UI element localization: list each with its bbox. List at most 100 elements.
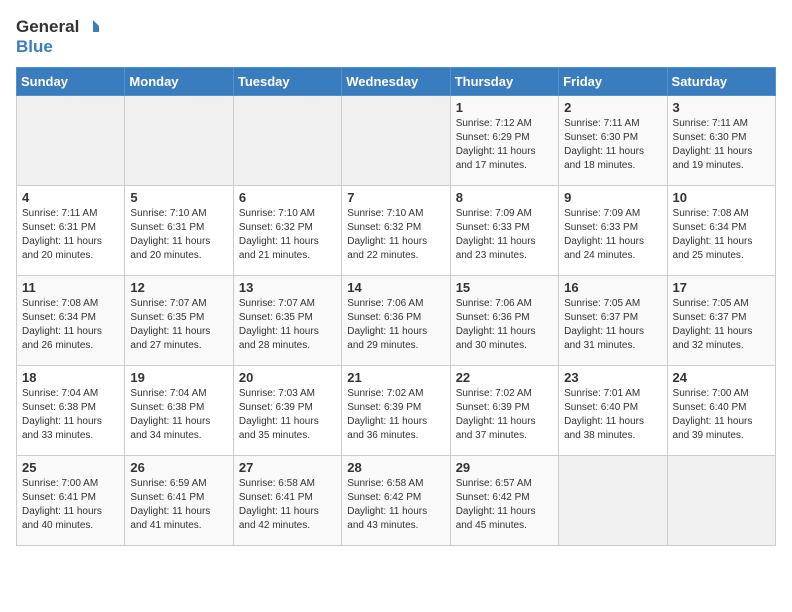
day-number: 24 <box>673 370 770 385</box>
day-info: Sunrise: 6:57 AMSunset: 6:42 PMDaylight:… <box>456 477 553 533</box>
calendar-cell: 1 Sunrise: 7:12 AMSunset: 6:29 PMDaylight… <box>450 95 558 185</box>
calendar-cell: 22Sunrise: 7:02 AMSunset: 6:39 PMDayligh… <box>450 365 558 455</box>
header-day-tuesday: Tuesday <box>233 67 341 95</box>
week-row-1: 1 Sunrise: 7:12 AMSunset: 6:29 PMDaylight… <box>17 95 776 185</box>
day-info: Sunrise: 7:04 AMSunset: 6:38 PMDaylight:… <box>130 387 227 443</box>
day-number: 5 <box>130 190 227 205</box>
header-day-wednesday: Wednesday <box>342 67 450 95</box>
day-info: Sunrise: 6:59 AMSunset: 6:41 PMDaylight:… <box>130 477 227 533</box>
calendar-cell: 10 Sunrise: 7:08 AMSunset: 6:34 PMDayligh… <box>667 185 775 275</box>
calendar-cell: 2 Sunrise: 7:11 AMSunset: 6:30 PMDaylight… <box>559 95 667 185</box>
calendar-cell: 7 Sunrise: 7:10 AMSunset: 6:32 PMDaylight… <box>342 185 450 275</box>
header-day-friday: Friday <box>559 67 667 95</box>
calendar-cell: 11 Sunrise: 7:08 AMSunset: 6:34 PMDayligh… <box>17 275 125 365</box>
day-info: Sunrise: 7:11 AMSunset: 6:31 PMDaylight:… <box>22 207 119 263</box>
day-info: Sunrise: 7:00 AMSunset: 6:41 PMDaylight:… <box>22 477 119 533</box>
calendar-cell <box>342 95 450 185</box>
calendar-cell <box>233 95 341 185</box>
day-number: 3 <box>673 100 770 115</box>
day-number: 12 <box>130 280 227 295</box>
header-day-monday: Monday <box>125 67 233 95</box>
calendar-cell: 17 Sunrise: 7:05 AMSunset: 6:37 PMDayligh… <box>667 275 775 365</box>
day-info: Sunrise: 7:06 AMSunset: 6:36 PMDaylight:… <box>347 297 444 353</box>
day-info: Sunrise: 7:10 AMSunset: 6:32 PMDaylight:… <box>239 207 336 263</box>
calendar-cell: 28 Sunrise: 6:58 AMSunset: 6:42 PMDayligh… <box>342 455 450 545</box>
calendar-cell: 18Sunrise: 7:04 AMSunset: 6:38 PMDayligh… <box>17 365 125 455</box>
day-info: Sunrise: 7:00 AMSunset: 6:40 PMDaylight:… <box>673 387 770 443</box>
day-number: 7 <box>347 190 444 205</box>
day-number: 27 <box>239 460 336 475</box>
logo-bird-icon <box>79 16 101 38</box>
day-number: 4 <box>22 190 119 205</box>
day-number: 1 <box>456 100 553 115</box>
day-number: 13 <box>239 280 336 295</box>
calendar-cell: 27 Sunrise: 6:58 AMSunset: 6:41 PMDayligh… <box>233 455 341 545</box>
day-info: Sunrise: 7:01 AMSunset: 6:40 PMDaylight:… <box>564 387 661 443</box>
day-info: Sunrise: 6:58 AMSunset: 6:41 PMDaylight:… <box>239 477 336 533</box>
calendar-cell: 24 Sunrise: 7:00 AMSunset: 6:40 PMDayligh… <box>667 365 775 455</box>
logo-general: General <box>16 18 79 37</box>
calendar-cell: 15 Sunrise: 7:06 AMSunset: 6:36 PMDayligh… <box>450 275 558 365</box>
header-day-thursday: Thursday <box>450 67 558 95</box>
week-row-2: 4 Sunrise: 7:11 AMSunset: 6:31 PMDaylight… <box>17 185 776 275</box>
day-info: Sunrise: 7:09 AMSunset: 6:33 PMDaylight:… <box>456 207 553 263</box>
day-number: 14 <box>347 280 444 295</box>
calendar-cell: 12Sunrise: 7:07 AMSunset: 6:35 PMDayligh… <box>125 275 233 365</box>
day-number: 2 <box>564 100 661 115</box>
day-number: 23 <box>564 370 661 385</box>
week-row-3: 11 Sunrise: 7:08 AMSunset: 6:34 PMDayligh… <box>17 275 776 365</box>
day-info: Sunrise: 7:04 AMSunset: 6:38 PMDaylight:… <box>22 387 119 443</box>
day-info: Sunrise: 7:08 AMSunset: 6:34 PMDaylight:… <box>673 207 770 263</box>
calendar-header-row: SundayMondayTuesdayWednesdayThursdayFrid… <box>17 67 776 95</box>
day-info: Sunrise: 7:07 AMSunset: 6:35 PMDaylight:… <box>239 297 336 353</box>
calendar-cell <box>125 95 233 185</box>
calendar-cell: 5 Sunrise: 7:10 AMSunset: 6:31 PMDaylight… <box>125 185 233 275</box>
day-info: Sunrise: 7:11 AMSunset: 6:30 PMDaylight:… <box>564 117 661 173</box>
logo: General Blue <box>16 16 101 57</box>
day-number: 25 <box>22 460 119 475</box>
day-info: Sunrise: 7:09 AMSunset: 6:33 PMDaylight:… <box>564 207 661 263</box>
calendar-cell <box>17 95 125 185</box>
calendar-cell <box>667 455 775 545</box>
day-number: 15 <box>456 280 553 295</box>
calendar-table: SundayMondayTuesdayWednesdayThursdayFrid… <box>16 67 776 546</box>
calendar-cell: 20 Sunrise: 7:03 AMSunset: 6:39 PMDayligh… <box>233 365 341 455</box>
calendar-cell: 9 Sunrise: 7:09 AMSunset: 6:33 PMDaylight… <box>559 185 667 275</box>
day-info: Sunrise: 7:06 AMSunset: 6:36 PMDaylight:… <box>456 297 553 353</box>
day-number: 19 <box>130 370 227 385</box>
page-header: General Blue <box>16 16 776 57</box>
calendar-cell: 23 Sunrise: 7:01 AMSunset: 6:40 PMDayligh… <box>559 365 667 455</box>
day-info: Sunrise: 6:58 AMSunset: 6:42 PMDaylight:… <box>347 477 444 533</box>
calendar-cell: 16Sunrise: 7:05 AMSunset: 6:37 PMDayligh… <box>559 275 667 365</box>
day-info: Sunrise: 7:12 AMSunset: 6:29 PMDaylight:… <box>456 117 553 173</box>
day-number: 17 <box>673 280 770 295</box>
calendar-cell: 4 Sunrise: 7:11 AMSunset: 6:31 PMDaylight… <box>17 185 125 275</box>
day-info: Sunrise: 7:10 AMSunset: 6:32 PMDaylight:… <box>347 207 444 263</box>
day-number: 28 <box>347 460 444 475</box>
day-info: Sunrise: 7:02 AMSunset: 6:39 PMDaylight:… <box>347 387 444 443</box>
calendar-cell <box>559 455 667 545</box>
day-number: 8 <box>456 190 553 205</box>
day-number: 20 <box>239 370 336 385</box>
day-info: Sunrise: 7:08 AMSunset: 6:34 PMDaylight:… <box>22 297 119 353</box>
calendar-cell: 29Sunrise: 6:57 AMSunset: 6:42 PMDayligh… <box>450 455 558 545</box>
calendar-cell: 8 Sunrise: 7:09 AMSunset: 6:33 PMDaylight… <box>450 185 558 275</box>
logo-blue: Blue <box>16 38 101 57</box>
calendar-cell: 13 Sunrise: 7:07 AMSunset: 6:35 PMDayligh… <box>233 275 341 365</box>
day-number: 11 <box>22 280 119 295</box>
day-info: Sunrise: 7:02 AMSunset: 6:39 PMDaylight:… <box>456 387 553 443</box>
calendar-cell: 19 Sunrise: 7:04 AMSunset: 6:38 PMDayligh… <box>125 365 233 455</box>
day-info: Sunrise: 7:05 AMSunset: 6:37 PMDaylight:… <box>673 297 770 353</box>
day-number: 26 <box>130 460 227 475</box>
day-number: 21 <box>347 370 444 385</box>
week-row-5: 25 Sunrise: 7:00 AMSunset: 6:41 PMDayligh… <box>17 455 776 545</box>
header-day-sunday: Sunday <box>17 67 125 95</box>
calendar-cell: 6Sunrise: 7:10 AMSunset: 6:32 PMDaylight… <box>233 185 341 275</box>
day-number: 10 <box>673 190 770 205</box>
calendar-cell: 3Sunrise: 7:11 AMSunset: 6:30 PMDaylight… <box>667 95 775 185</box>
day-number: 9 <box>564 190 661 205</box>
calendar-cell: 25 Sunrise: 7:00 AMSunset: 6:41 PMDayligh… <box>17 455 125 545</box>
day-number: 16 <box>564 280 661 295</box>
day-info: Sunrise: 7:10 AMSunset: 6:31 PMDaylight:… <box>130 207 227 263</box>
day-info: Sunrise: 7:03 AMSunset: 6:39 PMDaylight:… <box>239 387 336 443</box>
